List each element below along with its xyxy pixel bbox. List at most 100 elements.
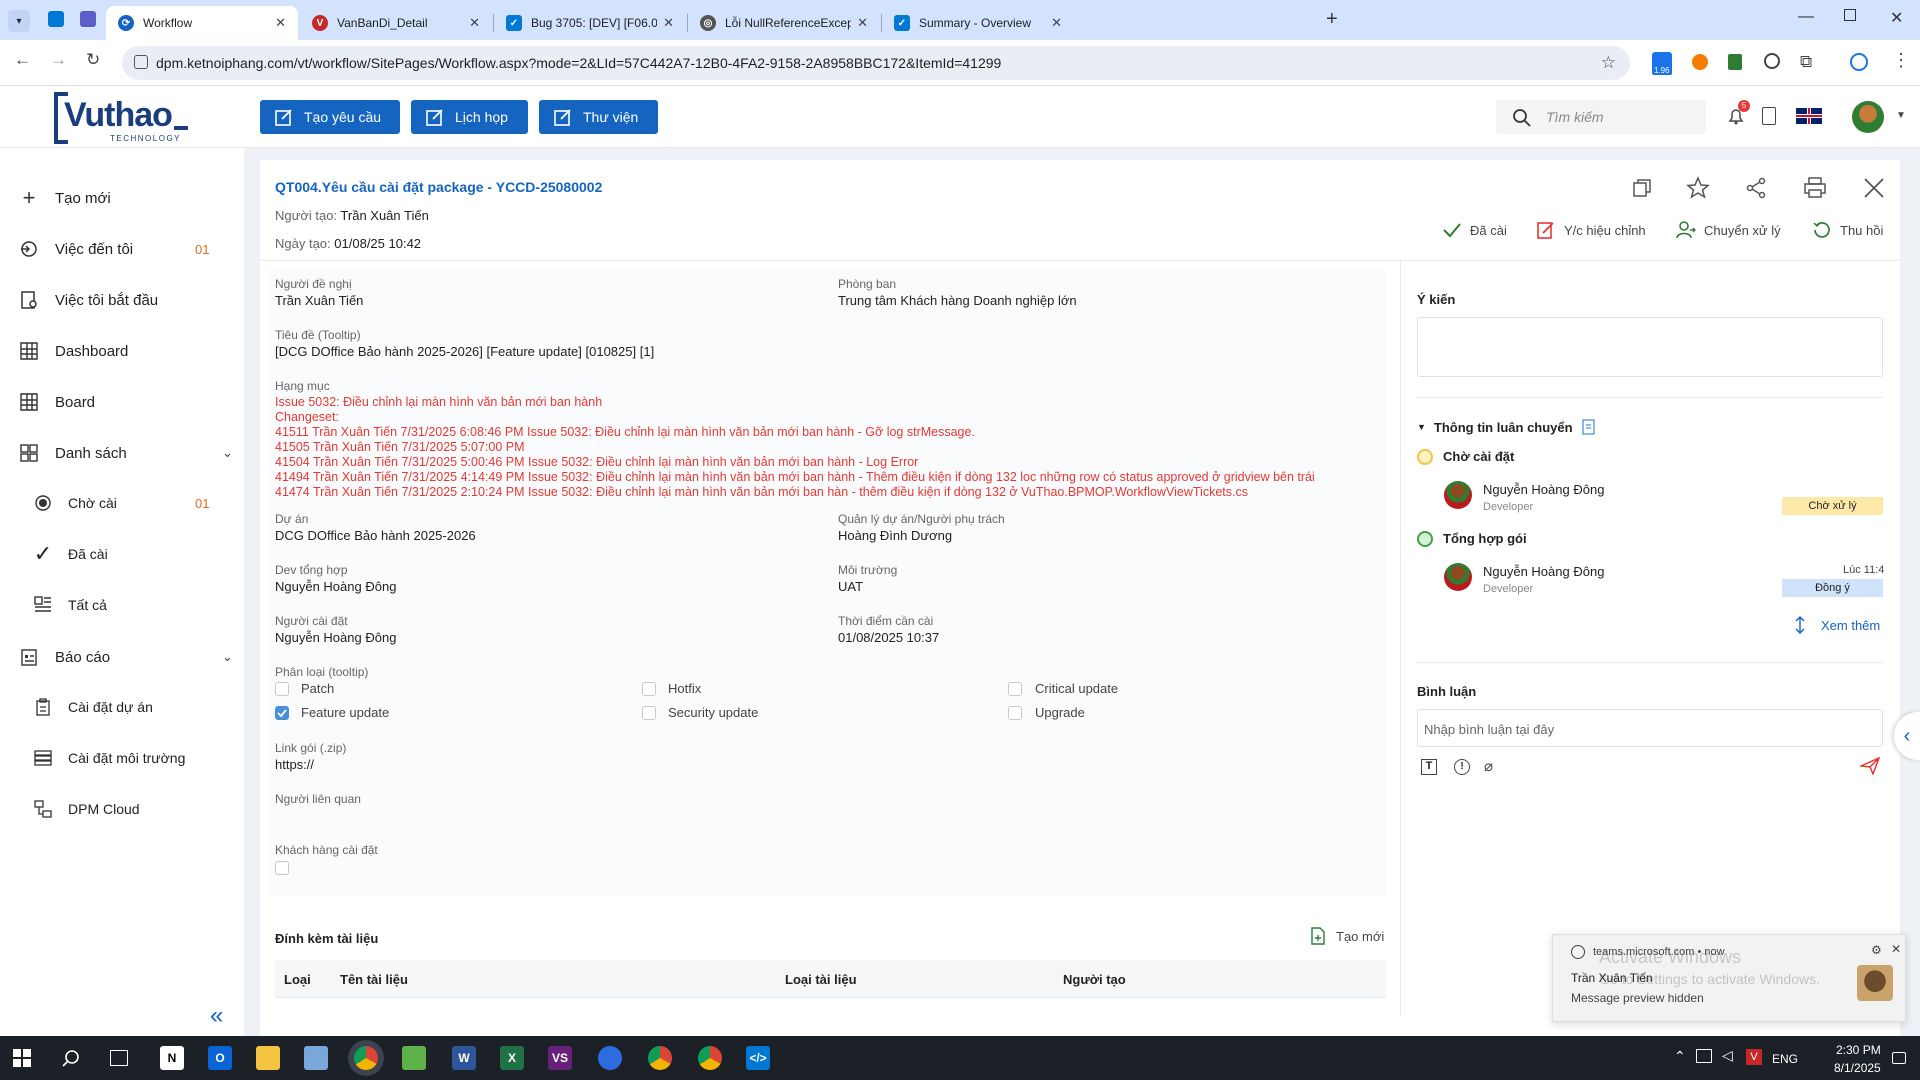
extension-icon-4[interactable] bbox=[1764, 53, 1780, 69]
sidebar-item-dashboard[interactable]: Dashboard bbox=[0, 331, 244, 371]
tab-workflow[interactable]: ⟳ Workflow ✕ bbox=[106, 6, 298, 40]
link-value[interactable]: https:// bbox=[275, 757, 314, 772]
search-icon[interactable] bbox=[62, 1049, 80, 1067]
outlook-taskbar-icon[interactable]: O bbox=[208, 1046, 232, 1070]
antivirus-icon[interactable]: V bbox=[1746, 1049, 1762, 1065]
send-icon[interactable] bbox=[1860, 757, 1880, 775]
profile-icon[interactable] bbox=[1850, 53, 1868, 71]
new-tab-button[interactable]: + bbox=[1326, 8, 1338, 31]
teams-pinned-icon[interactable] bbox=[80, 11, 96, 27]
excel-taskbar-icon[interactable]: X bbox=[500, 1046, 524, 1070]
sidebar-item-dpm-cloud[interactable]: DPM Cloud bbox=[0, 789, 244, 829]
clock-time[interactable]: 2:30 PM bbox=[1836, 1043, 1881, 1057]
customer-checkbox[interactable] bbox=[275, 861, 289, 875]
document-icon[interactable] bbox=[1762, 107, 1776, 125]
close-tab-icon[interactable]: ✕ bbox=[857, 15, 868, 31]
language-indicator[interactable]: ENG bbox=[1772, 1052, 1798, 1066]
copy-icon[interactable] bbox=[1630, 176, 1654, 200]
chrome-taskbar-icon-2[interactable] bbox=[648, 1046, 672, 1070]
upgrade-checkbox[interactable] bbox=[1008, 706, 1022, 720]
notification-center-icon[interactable] bbox=[1892, 1052, 1906, 1064]
windows-start-icon[interactable] bbox=[13, 1049, 31, 1067]
chevron-down-icon[interactable]: ▼ bbox=[1896, 110, 1906, 121]
close-icon[interactable] bbox=[1862, 176, 1886, 200]
minimize-button[interactable]: — bbox=[1798, 8, 1814, 26]
close-tab-icon[interactable]: ✕ bbox=[469, 15, 480, 31]
print-icon[interactable] bbox=[1803, 176, 1827, 200]
request-revision-button[interactable]: Y/c hiệu chỉnh bbox=[1536, 220, 1646, 240]
restore-button[interactable] bbox=[1844, 9, 1856, 21]
toast-close-icon[interactable]: ✕ bbox=[1891, 942, 1901, 956]
close-tab-icon[interactable]: ✕ bbox=[1051, 15, 1062, 31]
vuthao-logo[interactable]: Vuthao TECHNOLOGY bbox=[54, 92, 192, 144]
volume-icon[interactable]: ◁ bbox=[1722, 1047, 1733, 1064]
tray-chevron-icon[interactable]: ⌃ bbox=[1674, 1048, 1686, 1065]
browser-menu-icon[interactable]: ⋮ bbox=[1892, 50, 1910, 71]
azure-devops-pinned-icon[interactable] bbox=[48, 11, 64, 27]
site-info-icon[interactable] bbox=[134, 55, 148, 69]
reload-icon[interactable]: ↻ bbox=[86, 50, 100, 70]
close-window-button[interactable]: ✕ bbox=[1890, 8, 1903, 28]
back-icon[interactable]: ← bbox=[14, 50, 31, 70]
forward-icon[interactable]: → bbox=[50, 50, 67, 70]
uk-flag-icon[interactable] bbox=[1796, 108, 1822, 124]
text-format-icon[interactable]: T bbox=[1421, 759, 1437, 775]
tab-vanbandi[interactable]: V VanBanDi_Detail ✕ bbox=[300, 6, 492, 40]
see-more-button[interactable]: Xem thêm bbox=[1793, 615, 1880, 635]
info-icon[interactable]: ! bbox=[1454, 759, 1470, 775]
meeting-schedule-button[interactable]: Lịch họp bbox=[411, 100, 528, 134]
chrome-taskbar-icon[interactable] bbox=[354, 1046, 378, 1070]
file-explorer-taskbar-icon[interactable] bbox=[256, 1046, 280, 1070]
critical-update-checkbox[interactable] bbox=[1008, 682, 1022, 696]
share-icon[interactable] bbox=[1744, 176, 1768, 200]
flow-header[interactable]: ▼ Thông tin luân chuyển bbox=[1417, 419, 1597, 435]
extensions-puzzle-icon[interactable]: ⧉ bbox=[1800, 52, 1812, 72]
sidebar-item-incoming[interactable]: Việc đến tôi 01 bbox=[0, 229, 244, 269]
close-tab-icon[interactable]: ✕ bbox=[663, 15, 674, 31]
sidebar-item-list[interactable]: Danh sách ⌄ bbox=[0, 433, 244, 473]
comment-input[interactable]: Nhập bình luận tại đây bbox=[1417, 709, 1883, 747]
transfer-button[interactable]: Chuyển xử lý bbox=[1676, 220, 1781, 240]
vscode-taskbar-icon[interactable]: </> bbox=[746, 1046, 770, 1070]
bookmark-star-icon[interactable]: ☆ bbox=[1601, 53, 1616, 73]
attachments-new-button[interactable]: Tạo mới bbox=[1310, 927, 1384, 945]
sidebar-item-installed[interactable]: ✓ Đã cài bbox=[0, 534, 244, 574]
tab-summary[interactable]: ✓ Summary - Overview ✕ bbox=[882, 6, 1074, 40]
security-update-checkbox[interactable] bbox=[642, 706, 656, 720]
user-avatar[interactable] bbox=[1852, 101, 1884, 133]
patch-checkbox[interactable] bbox=[275, 682, 289, 696]
teams-taskbar-icon[interactable] bbox=[598, 1046, 622, 1070]
star-icon[interactable] bbox=[1686, 176, 1710, 200]
settings-icon[interactable]: ⚙ bbox=[1871, 943, 1882, 957]
sidebar-item-env-settings[interactable]: Cài đặt môi trường bbox=[0, 738, 244, 778]
tab-list-button[interactable]: ▾ bbox=[8, 10, 30, 32]
feature-update-checkbox[interactable] bbox=[275, 706, 289, 720]
bell-icon[interactable]: 5 bbox=[1726, 100, 1750, 129]
opinion-textarea[interactable] bbox=[1417, 317, 1883, 377]
sidebar-item-create[interactable]: + Tạo mới bbox=[0, 178, 244, 218]
notepad-taskbar-icon[interactable] bbox=[402, 1046, 426, 1070]
collapse-sidebar-icon[interactable]: « bbox=[210, 1002, 223, 1030]
sidebar-item-project-settings[interactable]: Cài đặt dự án bbox=[0, 687, 244, 727]
extension-icon-3[interactable] bbox=[1728, 54, 1742, 70]
create-request-button[interactable]: Tạo yêu cầu bbox=[260, 100, 400, 134]
tab-nullref[interactable]: ◎ Lỗi NullReferenceException tro ✕ bbox=[688, 6, 880, 40]
sidebar-item-reports[interactable]: Báo cáo ⌄ bbox=[0, 637, 244, 677]
clock-date[interactable]: 8/1/2025 bbox=[1834, 1061, 1881, 1075]
extension-icon-2[interactable] bbox=[1692, 54, 1708, 70]
sidebar-item-started[interactable]: Việc tôi bắt đầu bbox=[0, 280, 244, 320]
sidebar-item-board[interactable]: Board bbox=[0, 382, 244, 422]
network-icon[interactable] bbox=[1696, 1049, 1712, 1063]
recall-button[interactable]: Thu hồi bbox=[1812, 220, 1883, 240]
notion-taskbar-icon[interactable]: N bbox=[160, 1046, 184, 1070]
library-button[interactable]: Thư viện bbox=[539, 100, 658, 134]
tab-bug[interactable]: ✓ Bug 3705: [DEV] [F06.02] Kiểm t ✕ bbox=[494, 6, 686, 40]
teams-notification[interactable]: Activate Windows Go to Settings to activ… bbox=[1552, 934, 1906, 1022]
chrome-taskbar-icon-3[interactable] bbox=[698, 1046, 722, 1070]
visual-studio-taskbar-icon[interactable]: VS bbox=[548, 1046, 572, 1070]
sidebar-item-all[interactable]: Tất cả bbox=[0, 585, 244, 625]
network-taskbar-icon[interactable] bbox=[304, 1046, 328, 1070]
search-input[interactable]: Tìm kiếm bbox=[1496, 100, 1706, 134]
installed-action-button[interactable]: Đã cài bbox=[1442, 220, 1507, 240]
word-taskbar-icon[interactable]: W bbox=[452, 1046, 476, 1070]
